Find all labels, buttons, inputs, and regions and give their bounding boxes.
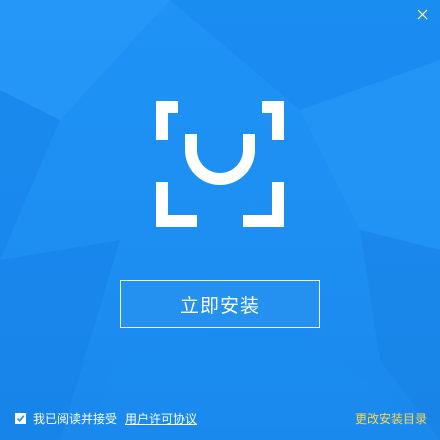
agree-text: 我已阅读并接受 [33, 412, 118, 426]
change-install-dir-link[interactable]: 更改安装目录 [355, 410, 427, 427]
license-agreement-link[interactable]: 用户许可协议 [125, 410, 197, 427]
install-now-label: 立即安装 [179, 295, 260, 317]
close-button[interactable] [414, 6, 432, 24]
installer-window: 立即安装 我已阅读并接受 用户许可协议 更改安装目录 [0, 0, 440, 440]
agree-checkbox[interactable] [15, 413, 26, 424]
footer-bar: 我已阅读并接受 用户许可协议 更改安装目录 [0, 407, 440, 429]
install-now-button[interactable]: 立即安装 [120, 280, 320, 328]
agree-row: 我已阅读并接受 用户许可协议 [15, 410, 197, 427]
shopping-bag-logo-icon [156, 101, 284, 227]
checkmark-icon [16, 415, 25, 423]
close-icon [417, 9, 428, 20]
